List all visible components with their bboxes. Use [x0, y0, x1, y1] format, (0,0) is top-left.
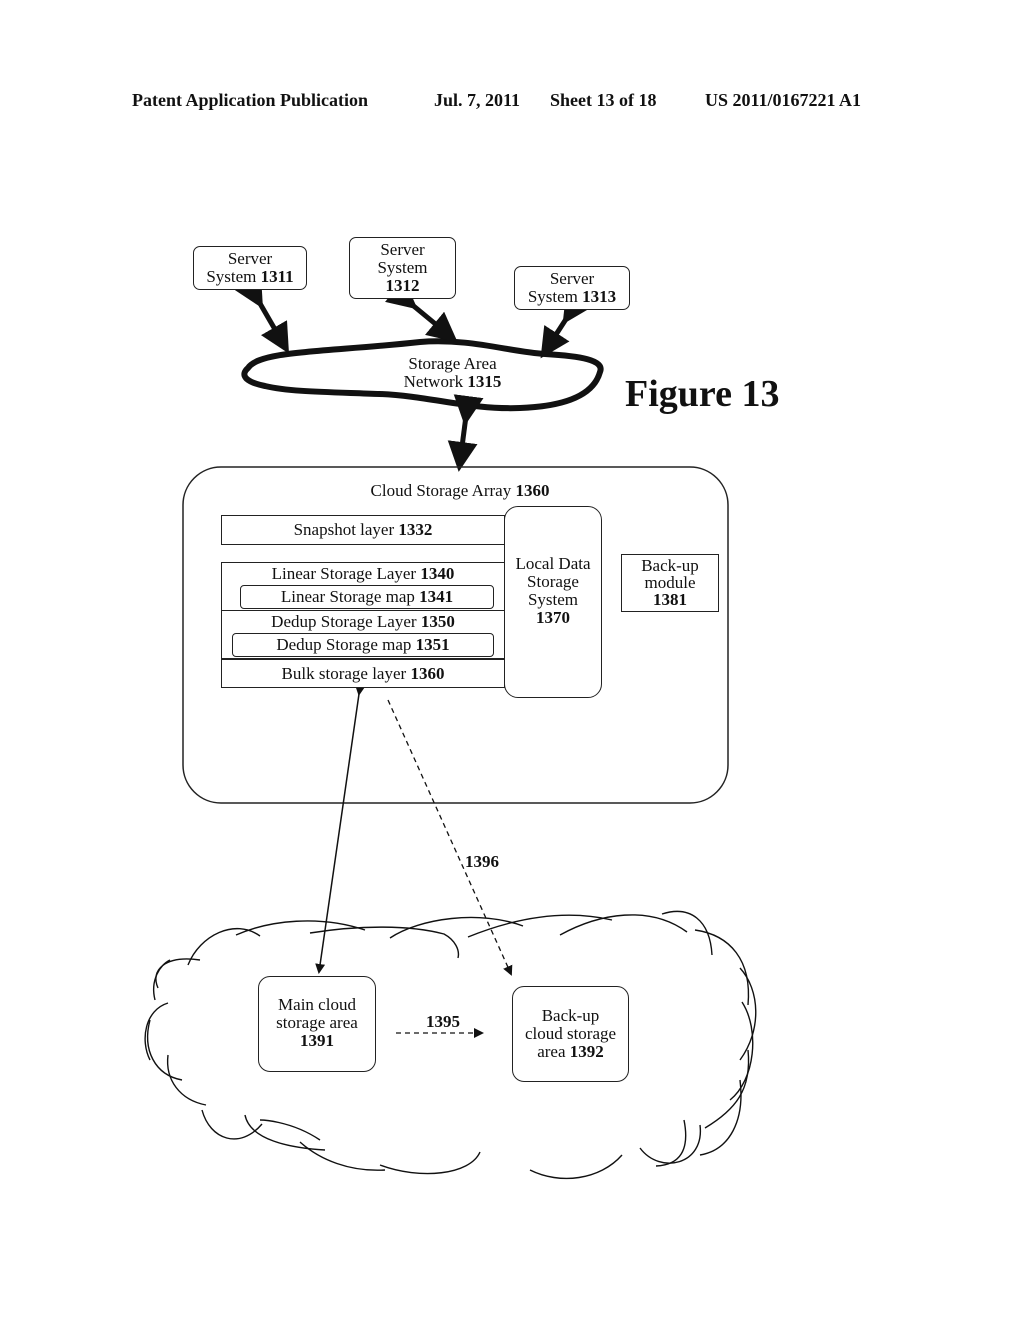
server-system-1313[interactable]: Server System 1313 — [514, 266, 630, 310]
server-id: 1312 — [385, 276, 420, 295]
server-1311-link — [235, 275, 290, 354]
cloud-storage-array-label: Cloud Storage Array 1360 — [370, 481, 550, 500]
server-system-1312[interactable]: Server System 1312 — [349, 237, 456, 299]
main-cloud-storage-area[interactable]: Main cloud storage area 1391 — [258, 976, 376, 1072]
server-label: Server — [227, 249, 273, 268]
server-label: System — [377, 258, 428, 277]
backup-module[interactable]: Back-up module 1381 — [621, 554, 719, 612]
figure-title: Figure 13 — [625, 373, 780, 415]
server-label: System 1311 — [206, 267, 294, 286]
bulk-storage-layer[interactable]: Bulk storage layer 1360 — [221, 659, 505, 688]
local-data-storage-system[interactable]: Local Data Storage System 1370 — [504, 506, 602, 698]
replication-label: 1395 — [426, 1012, 460, 1031]
snapshot-layer[interactable]: Snapshot layer 1332 — [221, 515, 505, 545]
backup-cloud-storage-area[interactable]: Back-up cloud storage area 1392 — [512, 986, 629, 1082]
san-array-link — [447, 394, 484, 472]
server-1313-link — [540, 291, 592, 359]
linear-storage-map[interactable]: Linear Storage map 1341 — [240, 585, 494, 609]
server-label: Server — [549, 269, 595, 288]
cloud-outline — [144, 910, 757, 1180]
server-label: System 1313 — [527, 287, 617, 306]
server-system-1311[interactable]: Server System 1311 — [193, 246, 307, 290]
backup-path-1396-line — [387, 699, 513, 976]
backup-path-label: 1396 — [465, 852, 499, 871]
dedup-storage-map[interactable]: Dedup Storage map 1351 — [232, 633, 494, 657]
san-label: Storage Area Network 1315 — [403, 354, 502, 391]
server-label: Server — [380, 240, 425, 259]
server-1312-link — [385, 278, 458, 343]
